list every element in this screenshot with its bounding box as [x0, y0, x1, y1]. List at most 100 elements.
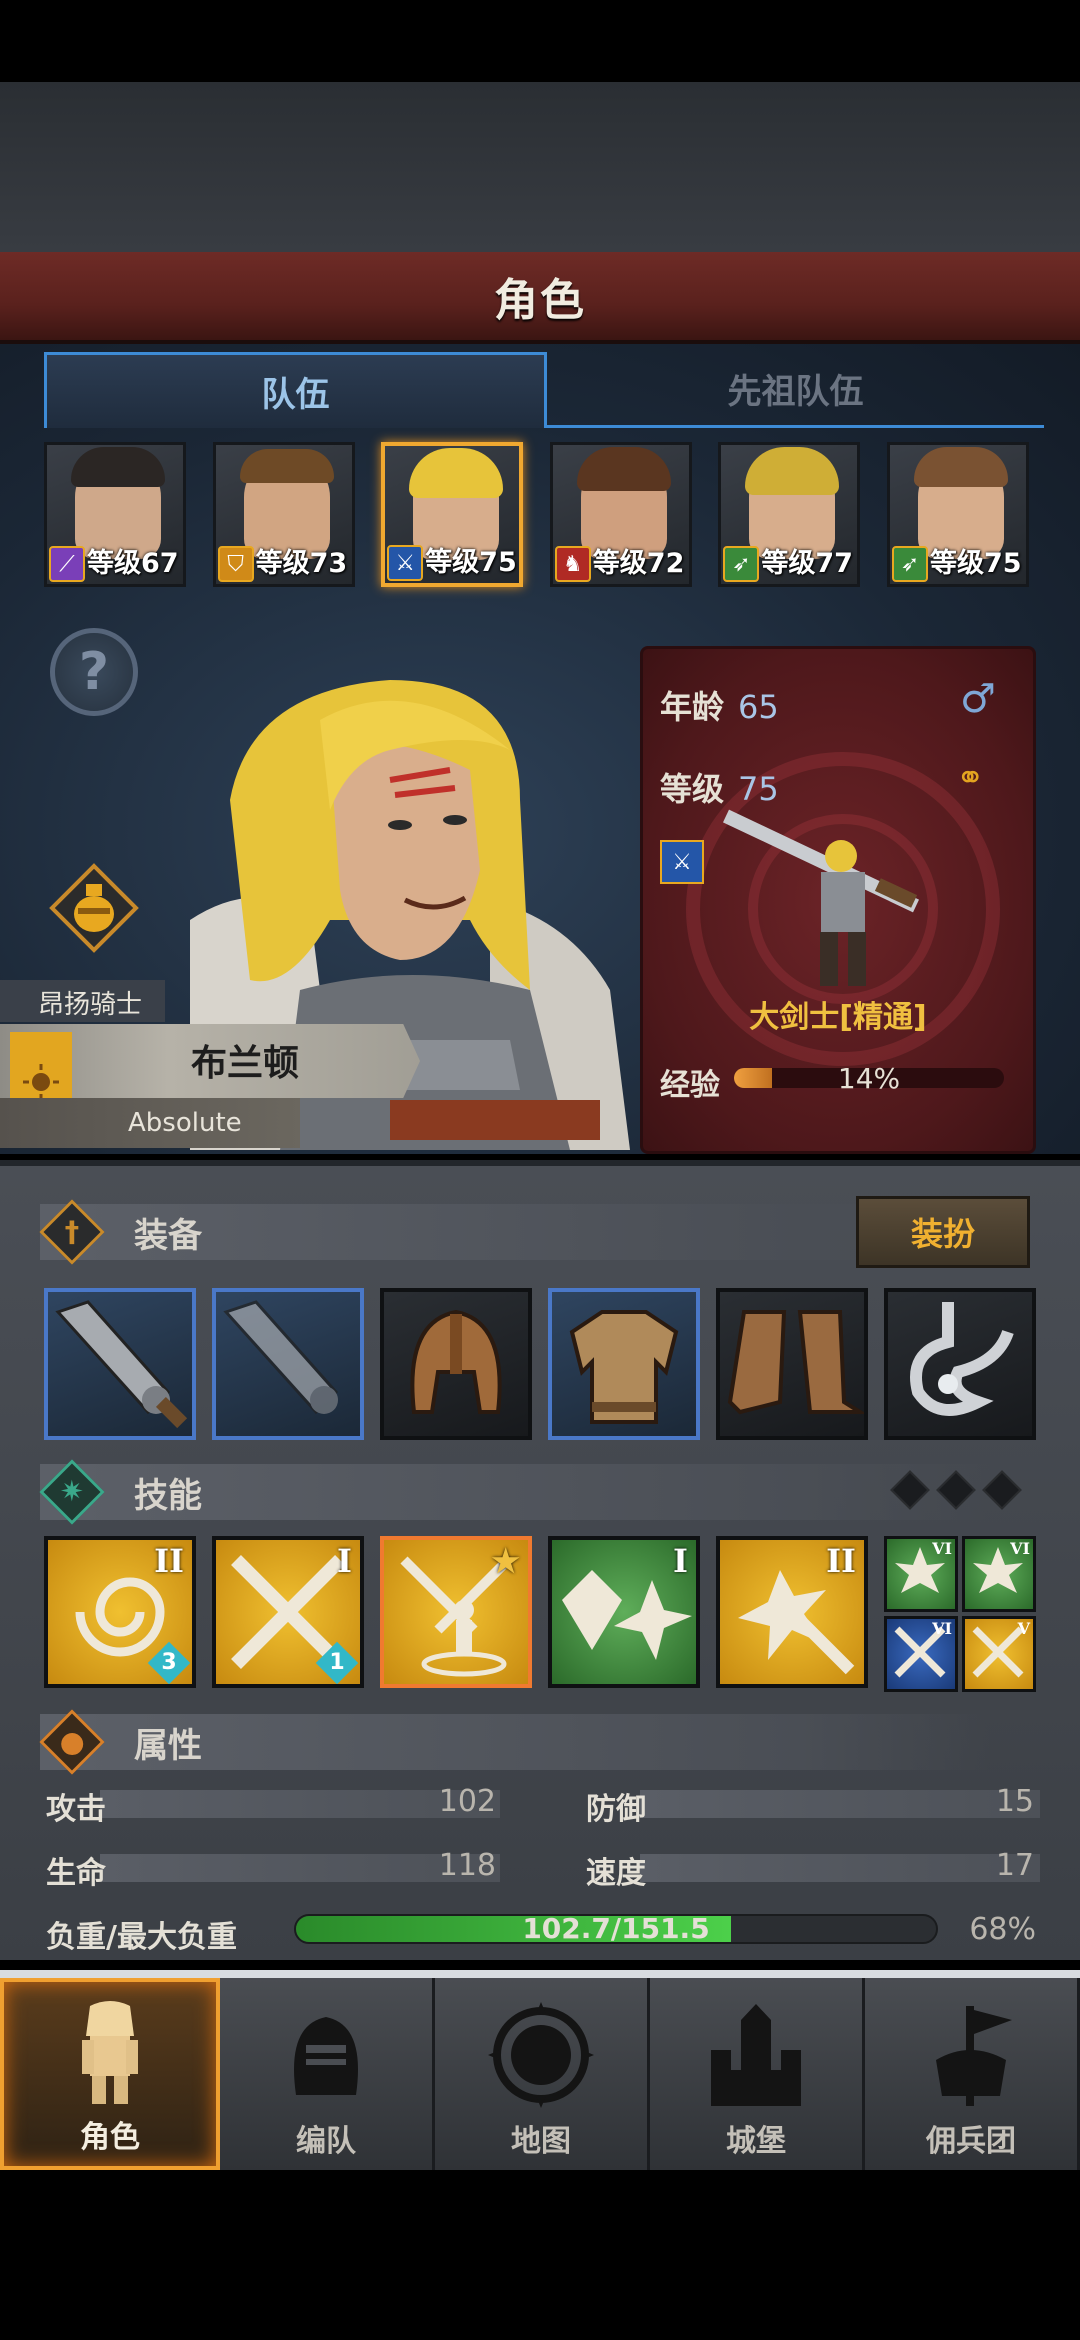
hero-hair [239, 449, 334, 483]
boots-icon [727, 1310, 864, 1415]
hero-card[interactable]: ⛉ 等级73 [212, 442, 355, 587]
nav-character[interactable]: 角色 [0, 1978, 220, 2170]
skill-charge-badge: 3 [147, 1641, 191, 1684]
knight-icon [55, 1996, 165, 2106]
nav-formation[interactable]: 编队 [220, 1978, 435, 2170]
speed-label: 速度 [586, 1856, 646, 1891]
hero-name[interactable]: 布兰顿 [130, 1034, 360, 1086]
team-tabs: 队伍 先祖队伍 [44, 352, 1044, 428]
staff-icon: ⟋ [49, 546, 85, 582]
hero-hair [913, 447, 1008, 487]
empty-diamond-icon [936, 1470, 976, 1510]
potion-icon [49, 863, 139, 953]
level-label: 等级 [660, 770, 725, 808]
skill-tier: II [154, 1542, 184, 1580]
hero-level: 等级75 [425, 547, 517, 578]
passive-skill[interactable]: V [962, 1616, 1036, 1692]
skill-tier: II [826, 1542, 856, 1580]
skill-slot-indicators [890, 1470, 1034, 1510]
tab-ancestor-team[interactable]: 先祖队伍 [547, 352, 1044, 428]
attributes-section-header: ● 属性 [39, 1709, 1000, 1775]
hero-card[interactable]: ⟋ 等级67 [44, 442, 186, 587]
hero-card[interactable]: ➶ 等级75 [886, 442, 1029, 587]
hero-roster: ⟋ 等级67 ⛉ 等级73 ⚔ 等级75 ♞ 等级72 ➶ 等级77 ➶ 等级7… [44, 442, 1029, 587]
hero-card[interactable]: ♞ 等级72 [549, 442, 692, 587]
tab-team[interactable]: 队伍 [44, 352, 547, 428]
skill-charge-badge: 1 [315, 1641, 359, 1684]
top-backdrop [0, 82, 1080, 252]
hero-level: 等级67 [87, 548, 179, 579]
greatsword-icon [55, 1300, 188, 1429]
guard-skill[interactable]: ★ [380, 1536, 532, 1688]
boots-slot[interactable] [716, 1288, 868, 1440]
nav-castle[interactable]: 城堡 [650, 1978, 865, 2170]
equipment-slots [44, 1288, 1036, 1440]
weapon-slot-1[interactable] [44, 1288, 196, 1440]
horse-icon: ♞ [554, 546, 591, 582]
attack-label: 攻击 [46, 1792, 106, 1827]
passive-tier: VI [932, 1619, 952, 1638]
sword-icon: ⚔ [660, 840, 704, 884]
bottom-nav: 角色 编队 地图 城堡 佣兵团 [0, 1970, 1080, 2170]
hero-hair [71, 447, 165, 487]
weapon-slot-2[interactable] [212, 1288, 364, 1440]
armor-icon [569, 1310, 679, 1424]
whirlwind-skill[interactable]: II 3 [44, 1536, 196, 1688]
attributes-label: 属性 [134, 1725, 202, 1766]
header-banner: 角色 [0, 252, 1080, 344]
greatswordsman-figure [723, 809, 919, 986]
person-icon: ● [39, 1709, 105, 1775]
passive-tier: V [1017, 1619, 1030, 1638]
skills-section-header: ✷ 技能 [39, 1459, 1000, 1525]
shield-icon: ⛉ [217, 546, 254, 582]
help-button[interactable]: ? [50, 628, 138, 716]
castle-icon [701, 2000, 811, 2110]
skill-charge-count: 1 [329, 1650, 345, 1675]
hero-card[interactable]: ➶ 等级77 [718, 442, 861, 587]
passive-tier: VI [932, 1539, 952, 1558]
ring-icon[interactable]: ⚭ [956, 758, 985, 798]
nav-label: 地图 [511, 2124, 571, 2159]
star-burst-icon: ✷ [39, 1459, 105, 1525]
question-icon: ? [78, 642, 110, 702]
nav-map[interactable]: 地图 [435, 1978, 650, 2170]
skill-charge-count: 3 [161, 1650, 177, 1675]
passive-skill[interactable]: VI [962, 1536, 1036, 1612]
hero-card-selected[interactable]: ⚔ 等级75 [381, 442, 524, 587]
age-value: 65 [738, 688, 779, 726]
exp-percent: 14% [837, 1062, 901, 1095]
hp-value: 118 [438, 1848, 496, 1883]
passive-skill[interactable]: VI [884, 1536, 958, 1612]
dress-up-button[interactable]: 装扮 [856, 1196, 1030, 1268]
attack-value: 102 [438, 1784, 496, 1819]
helmet-icon [271, 2000, 381, 2110]
helmet-icon [410, 1309, 502, 1414]
nav-label: 角色 [80, 2120, 140, 2155]
crossed-swords-skill[interactable]: I 1 [212, 1536, 364, 1688]
armor-slot[interactable] [548, 1288, 700, 1440]
hero-level: 等级75 [929, 548, 1022, 579]
amulet-icon [910, 1302, 1014, 1416]
compass-map-icon [486, 2000, 596, 2110]
hero-hair [409, 448, 504, 498]
helmet-slot[interactable] [380, 1288, 532, 1440]
hero-hair [576, 447, 671, 491]
hero-level: 等级73 [255, 548, 348, 579]
passive-skill[interactable]: VI [884, 1616, 958, 1692]
bow-icon: ➶ [723, 546, 760, 582]
skill-tier: I [337, 1542, 352, 1580]
hero-hair [745, 447, 840, 495]
load-label: 负重/最大负重 [46, 1920, 237, 1955]
hero-class-title: 昂扬骑士 [38, 990, 143, 1020]
sword-icon: ⚔ [387, 545, 424, 581]
potion-button[interactable] [48, 862, 140, 954]
defense-value: 15 [995, 1784, 1034, 1819]
speed-value: 17 [995, 1848, 1034, 1883]
strike-skill[interactable]: II [716, 1536, 868, 1688]
hero-level: 等级77 [761, 548, 853, 579]
shatter-skill[interactable]: I [548, 1536, 700, 1688]
star-icon: ★ [491, 1542, 520, 1580]
skills-label: 技能 [134, 1475, 202, 1516]
amulet-slot[interactable] [884, 1288, 1036, 1440]
nav-mercenary[interactable]: 佣兵团 [865, 1978, 1080, 2170]
